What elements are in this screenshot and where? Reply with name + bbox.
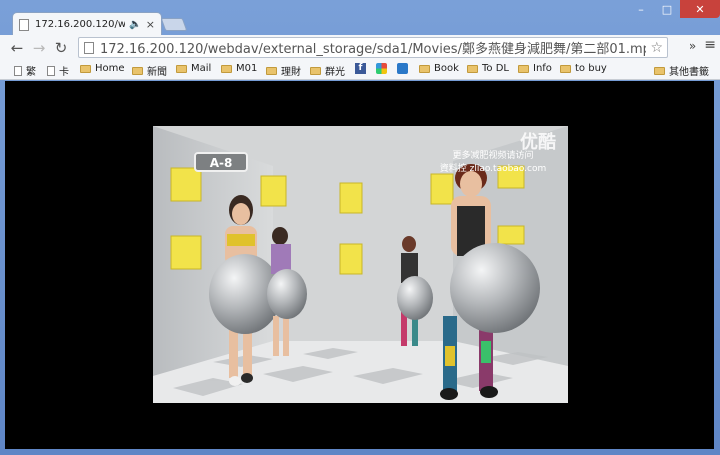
folder-icon	[132, 66, 143, 75]
bookmark-item[interactable]: Mail	[176, 63, 211, 74]
window-frame-bottom	[0, 449, 720, 455]
folder-icon	[518, 64, 529, 73]
room-sign: A-8	[210, 156, 233, 170]
bookmark-item[interactable]: Home	[80, 63, 125, 74]
speaker-icon: 🔈	[129, 19, 142, 30]
page-icon	[19, 18, 29, 31]
other-bookmarks[interactable]: 其他書籤	[654, 63, 709, 78]
bookmark-label: 理財	[281, 67, 301, 78]
bookmark-label: Info	[533, 63, 552, 74]
page-content: A-8 优酷 更多减肥视频请访问 資料控 zliao.taobao.com	[5, 81, 714, 449]
folder-icon	[560, 64, 571, 73]
photoshop-icon	[397, 63, 408, 74]
url-text: 172.16.200.120/webdav/external_storage/s…	[100, 42, 647, 57]
overlay-text-line1: 更多减肥视频请访问	[452, 149, 533, 161]
bookmarks-bar: 繁 卡 Home 新聞 Mail M01 理財 群光 f Book To DL …	[0, 61, 720, 80]
bookmark-item[interactable]: 理財	[266, 63, 301, 78]
bookmark-label: 卡	[59, 67, 69, 78]
bookmark-item[interactable]: 群光	[310, 63, 345, 78]
bookmark-item[interactable]: 繁	[14, 63, 36, 78]
close-window-button[interactable]: ✕	[680, 0, 720, 18]
bookmark-label: Book	[434, 63, 459, 74]
tab-close-icon[interactable]: ×	[146, 18, 155, 31]
folder-icon	[654, 66, 665, 75]
maximize-button[interactable]: □	[654, 0, 680, 18]
bookmark-label: 繁	[26, 67, 36, 78]
folder-icon	[467, 64, 478, 73]
bookmark-item[interactable]: 新聞	[132, 63, 167, 78]
folder-icon	[266, 66, 277, 75]
folder-icon	[419, 64, 430, 73]
tab-title: 172.16.200.120/webdav	[35, 19, 126, 30]
bookmark-label: to buy	[575, 63, 607, 74]
page-icon	[14, 65, 22, 76]
back-button[interactable]: ←	[6, 39, 28, 57]
window-controls: – □ ✕	[628, 0, 720, 18]
menu-button[interactable]: ≡	[704, 37, 716, 53]
folder-icon	[176, 64, 187, 73]
bookmark-item[interactable]: Info	[518, 63, 552, 74]
bookmark-label: To DL	[482, 63, 509, 74]
video-frame: A-8 优酷 更多减肥视频请访问 資料控 zliao.taobao.com	[153, 126, 568, 403]
extensions-overflow-button[interactable]: »	[689, 39, 696, 53]
bookmark-item[interactable]	[376, 63, 387, 74]
toolbar-right: » ≡	[689, 37, 716, 53]
bookmark-label: 群光	[325, 67, 345, 78]
new-tab-button[interactable]	[160, 18, 188, 31]
folder-icon	[80, 64, 91, 73]
facebook-icon: f	[355, 63, 366, 74]
star-icon[interactable]: ☆	[650, 40, 663, 56]
bookmark-label: 其他書籤	[669, 67, 709, 78]
bookmark-item[interactable]: 卡	[47, 63, 69, 78]
browser-tab[interactable]: 172.16.200.120/webdav 🔈 ×	[12, 12, 162, 36]
bookmark-label: 新聞	[147, 67, 167, 78]
folder-icon	[310, 66, 321, 75]
page-icon	[47, 65, 55, 76]
toolbar: ← → ↻ 172.16.200.120/webdav/external_sto…	[0, 35, 720, 61]
bookmark-label: Home	[95, 63, 125, 74]
bookmark-item[interactable]: Book	[419, 63, 459, 74]
folder-icon	[221, 64, 232, 73]
page-icon	[84, 41, 94, 54]
tab-strip: 172.16.200.120/webdav 🔈 × – □ ✕	[0, 0, 720, 36]
bookmark-item[interactable]: To DL	[467, 63, 509, 74]
bookmark-label: M01	[236, 63, 258, 74]
bookmark-label: Mail	[191, 63, 212, 74]
bookmark-item[interactable]: f	[355, 63, 366, 74]
bookmark-item[interactable]: M01	[221, 63, 257, 74]
bookmark-item[interactable]	[397, 63, 408, 74]
forward-button[interactable]: →	[28, 39, 50, 57]
overlay-text-line2: 資料控 zliao.taobao.com	[440, 162, 547, 174]
video-player[interactable]: A-8 优酷 更多减肥视频请访问 資料控 zliao.taobao.com	[153, 126, 568, 403]
youku-watermark: 优酷	[520, 131, 556, 153]
bookmark-item[interactable]: to buy	[560, 63, 607, 74]
browser-window: 172.16.200.120/webdav 🔈 × – □ ✕ ← → ↻ 17…	[0, 0, 720, 455]
reload-button[interactable]: ↻	[50, 39, 72, 57]
google-icon	[376, 63, 387, 74]
minimize-button[interactable]: –	[628, 0, 654, 18]
address-bar[interactable]: 172.16.200.120/webdav/external_storage/s…	[78, 37, 668, 58]
